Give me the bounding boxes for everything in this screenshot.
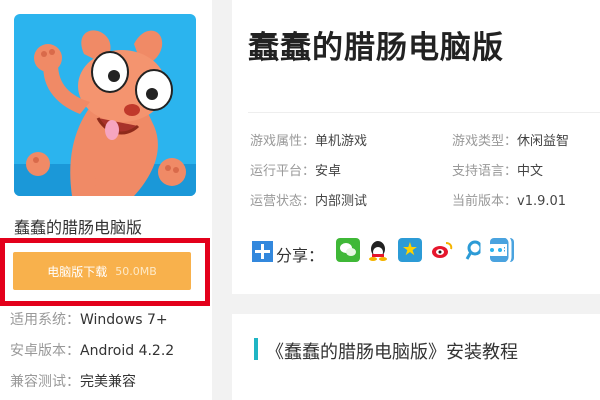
spec-row-compat: 兼容测试：完美兼容 — [10, 371, 136, 391]
spec-row-system: 适用系统：Windows 7+ — [10, 309, 168, 329]
app-icon[interactable] — [14, 14, 196, 196]
divider — [248, 112, 600, 113]
attr-value: 休闲益智 — [517, 134, 570, 149]
gamepad-logo-icon — [480, 234, 512, 266]
attr-label: 支持语言： — [452, 164, 518, 179]
spec-value: Android 4.2.2 — [80, 343, 175, 359]
attr-language: 支持语言：中文 — [452, 160, 543, 179]
wechat-share-button[interactable] — [336, 238, 360, 262]
attr-game-type: 游戏类型：休闲益智 — [452, 130, 569, 149]
download-button-label: 电脑版下载 — [47, 264, 108, 279]
qq-share-button[interactable] — [366, 238, 390, 262]
attr-value: v1.9.01 — [517, 194, 567, 209]
attr-value: 安卓 — [315, 164, 342, 179]
spec-label: 适用系统： — [10, 312, 80, 328]
brand-watermark: 高手游 GAOSHOUYOU.COM — [480, 234, 600, 280]
tutorial-card: 《蠢蠢的腊肠电脑版》安装教程 — [232, 314, 600, 400]
app-name: 蠢蠢的腊肠电脑版 — [14, 218, 143, 237]
attr-label: 运行平台： — [250, 164, 316, 179]
attr-value: 单机游戏 — [315, 134, 368, 149]
spec-label: 兼容测试： — [10, 374, 80, 390]
wechat-icon — [340, 243, 356, 256]
attr-game-property: 游戏属性：单机游戏 — [250, 130, 367, 149]
app-sidebar-card: 蠢蠢的腊肠电脑版 电脑版下载 50.0MB 适用系统：Windows 7+ 安卓… — [0, 0, 212, 400]
tutorial-heading[interactable]: 《蠢蠢的腊肠电脑版》安装教程 — [266, 338, 518, 364]
share-label: 分享： — [276, 246, 325, 265]
attr-value: 内部测试 — [315, 194, 368, 209]
attr-label: 当前版本： — [452, 194, 518, 209]
attr-label: 游戏类型： — [452, 134, 518, 149]
weibo-share-button[interactable] — [430, 238, 454, 262]
qzone-icon: ★ — [401, 239, 419, 260]
attr-value: 中文 — [517, 164, 544, 179]
spec-value: Windows 7+ — [80, 312, 168, 328]
weibo-icon — [432, 242, 453, 258]
qq-icon — [369, 241, 387, 261]
download-size: 50.0MB — [115, 264, 157, 278]
share-plus-icon[interactable] — [252, 241, 273, 262]
attr-label: 运营状态： — [250, 194, 316, 209]
spec-row-android: 安卓版本：Android 4.2.2 — [10, 340, 174, 360]
spec-label: 安卓版本： — [10, 343, 80, 359]
spec-value: 完美兼容 — [80, 374, 136, 390]
attr-version: 当前版本：v1.9.01 — [452, 190, 566, 209]
brand-domain: GAOSHOUYOU.COM — [516, 266, 600, 275]
qzone-share-button[interactable]: ★ — [398, 238, 422, 262]
attr-status: 运营状态：内部测试 — [250, 190, 367, 209]
section-accent-bar — [254, 338, 258, 360]
attr-label: 游戏属性： — [250, 134, 316, 149]
page-title: 蠢蠢的腊肠电脑版 — [248, 30, 504, 66]
pc-download-button[interactable]: 电脑版下载 50.0MB — [13, 252, 191, 290]
attr-platform: 运行平台：安卓 — [250, 160, 341, 179]
